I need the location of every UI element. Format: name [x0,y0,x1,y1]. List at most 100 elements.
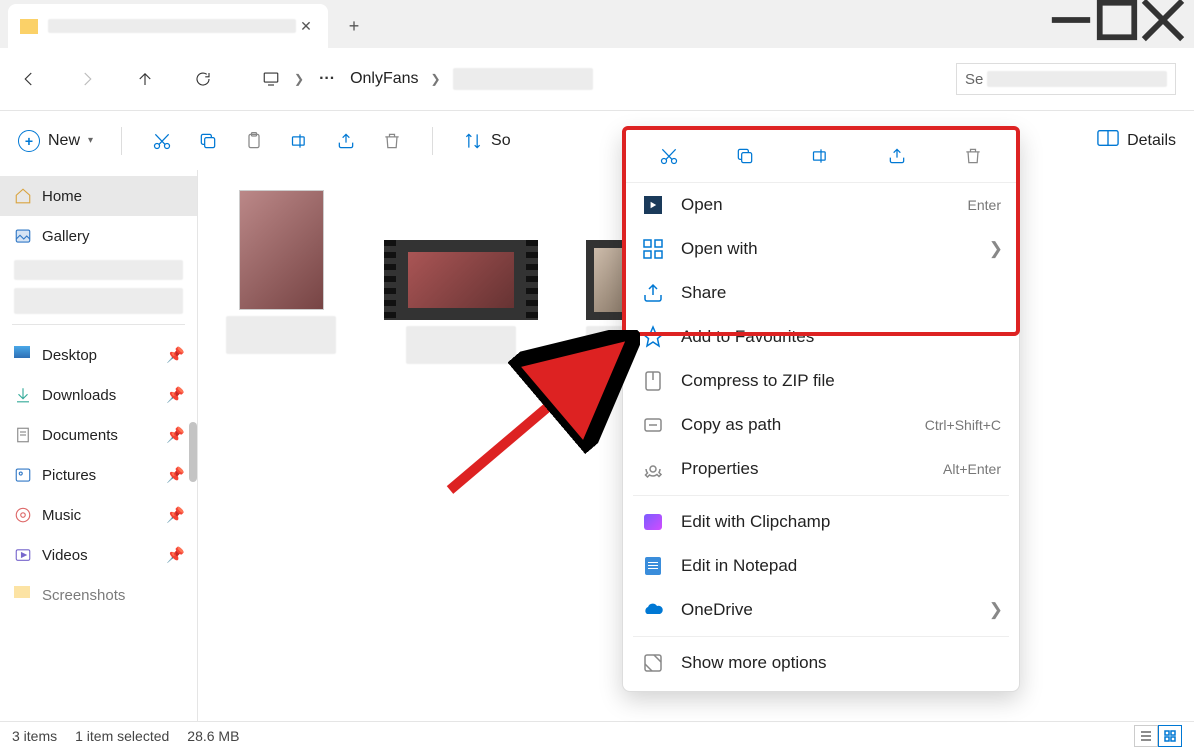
ctx-shortcut: Ctrl+Shift+C [925,417,1001,433]
breadcrumb-current[interactable]: OnlyFans [350,70,418,88]
sidebar-blur [14,260,183,280]
new-tab-button[interactable]: + [336,8,372,44]
clipchamp-icon [641,510,665,534]
sidebar-item-documents[interactable]: Documents 📌 [0,415,197,455]
back-button[interactable] [18,68,40,90]
ctx-properties[interactable]: Properties Alt+Enter [623,447,1019,491]
pin-icon[interactable]: 📌 [166,546,185,564]
more-options-icon [641,651,665,675]
ctx-open-with[interactable]: Open with ❯ [623,227,1019,271]
ctx-label: Copy as path [681,415,781,435]
folder-icon [14,586,32,604]
sort-button[interactable]: So [461,129,511,153]
statusbar: 3 items 1 item selected 28.6 MB [0,721,1194,749]
window-tab[interactable]: ✕ [8,4,328,48]
ctx-onedrive[interactable]: OneDrive ❯ [623,588,1019,632]
new-button[interactable]: + New ▾ [18,130,93,152]
ctx-label: Edit in Notepad [681,556,797,576]
ctx-share[interactable]: Share [623,271,1019,315]
cut-button[interactable] [150,129,174,153]
chevron-right-icon: ❯ [989,239,1003,259]
documents-icon [14,426,32,444]
ctx-label: Properties [681,459,758,479]
refresh-button[interactable] [192,68,214,90]
more-crumb-icon[interactable]: ··· [316,68,338,90]
close-tab-button[interactable]: ✕ [296,16,316,36]
sidebar-item-downloads[interactable]: Downloads 📌 [0,375,197,415]
play-icon [641,193,665,217]
share-button[interactable] [334,129,358,153]
ctx-clipchamp[interactable]: Edit with Clipchamp [623,500,1019,544]
cut-button[interactable] [654,141,684,171]
rename-button[interactable] [288,129,312,153]
ctx-shortcut: Alt+Enter [943,461,1001,477]
maximize-button[interactable] [1094,0,1140,40]
paste-button[interactable] [242,129,266,153]
sidebar-item-gallery[interactable]: Gallery [0,216,197,256]
sidebar-scrollbar[interactable] [189,174,197,717]
titlebar: ✕ + [0,0,1194,48]
context-menu: Open Enter Open with ❯ Share Add to Favo… [622,128,1020,692]
status-size: 28.6 MB [187,728,239,744]
ctx-open[interactable]: Open Enter [623,183,1019,227]
delete-button[interactable] [380,129,404,153]
ctx-add-favourites[interactable]: Add to Favourites [623,315,1019,359]
up-button[interactable] [134,68,156,90]
search-input[interactable]: Se [956,63,1176,95]
sidebar-item-music[interactable]: Music 📌 [0,495,197,535]
details-button[interactable]: Details [1127,132,1176,150]
forward-button[interactable] [76,68,98,90]
pin-icon[interactable]: 📌 [166,506,185,524]
chevron-right-icon[interactable]: ❯ [294,72,304,86]
sidebar-item-home[interactable]: Home [0,176,197,216]
ctx-label: OneDrive [681,600,753,620]
sort-label: So [491,132,511,150]
pictures-icon [14,466,32,484]
sidebar-item-desktop[interactable]: Desktop 📌 [0,335,197,375]
view-grid-button[interactable] [1158,725,1182,747]
pin-icon[interactable]: 📌 [166,346,185,364]
sort-icon [461,129,485,153]
sidebar-item-pictures[interactable]: Pictures 📌 [0,455,197,495]
gallery-icon [14,227,32,245]
sidebar-item-screenshots[interactable]: Screenshots [0,575,197,615]
pin-icon[interactable]: 📌 [166,466,185,484]
sidebar-item-label: Downloads [42,387,116,404]
delete-button[interactable] [958,141,988,171]
ctx-label: Share [681,283,726,303]
rename-button[interactable] [806,141,836,171]
copy-button[interactable] [730,141,760,171]
divider [121,127,122,155]
file-thumbnail[interactable] [396,240,526,364]
breadcrumb[interactable]: ❯ ··· OnlyFans ❯ [260,68,920,90]
file-thumbnail[interactable] [226,190,336,364]
ctx-notepad[interactable]: Edit in Notepad [623,544,1019,588]
ctx-compress-zip[interactable]: Compress to ZIP file [623,359,1019,403]
close-window-button[interactable] [1140,0,1186,40]
music-icon [14,506,32,524]
sidebar-item-label: Documents [42,427,118,444]
pin-icon[interactable]: 📌 [166,426,185,444]
share-button[interactable] [882,141,912,171]
minimize-button[interactable] [1048,0,1094,40]
video-thumb-icon [396,240,526,320]
copy-button[interactable] [196,129,220,153]
search-blur [987,71,1167,87]
onedrive-icon [641,598,665,622]
sidebar-item-label: Videos [42,547,88,564]
notepad-icon [641,554,665,578]
chevron-right-icon[interactable]: ❯ [431,72,441,86]
ctx-copy-path[interactable]: Copy as path Ctrl+Shift+C [623,403,1019,447]
sidebar-item-label: Pictures [42,467,96,484]
this-pc-icon[interactable] [260,68,282,90]
breadcrumb-sub[interactable] [453,68,593,90]
sidebar-item-label: Screenshots [42,587,125,604]
sidebar-item-videos[interactable]: Videos 📌 [0,535,197,575]
ctx-show-more[interactable]: Show more options [623,641,1019,685]
view-list-button[interactable] [1134,725,1158,747]
pin-icon[interactable]: 📌 [166,386,185,404]
chevron-down-icon: ▾ [88,135,93,146]
home-icon [14,187,32,205]
copypath-icon [641,413,665,437]
ctx-label: Show more options [681,653,827,673]
